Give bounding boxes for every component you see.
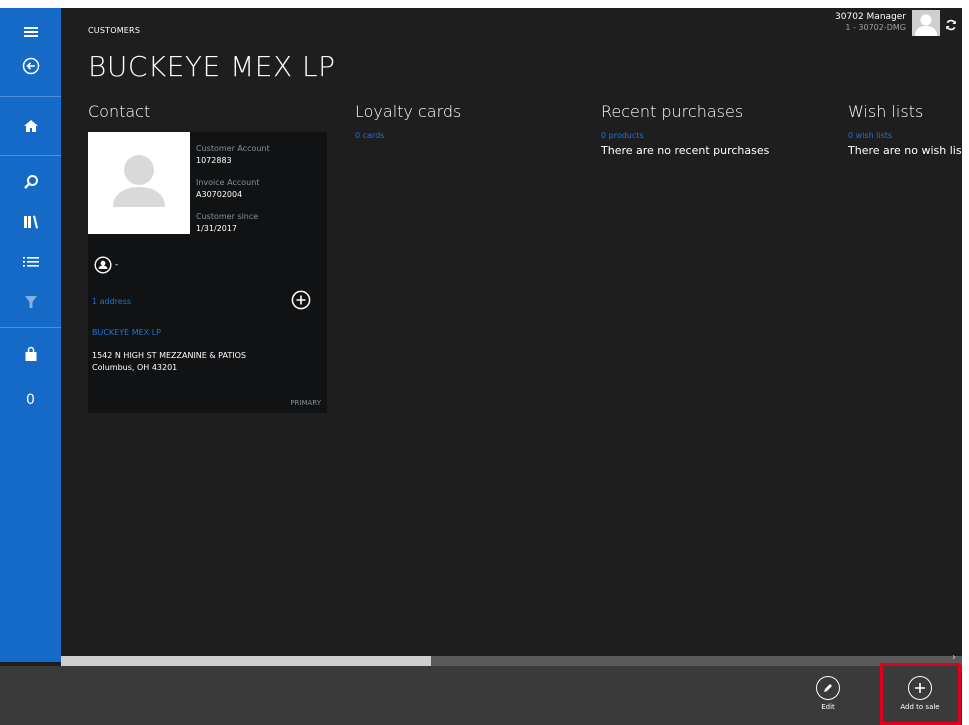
- user-avatar-icon: [912, 10, 940, 36]
- recent-purchases-link[interactable]: 0 products: [601, 131, 644, 140]
- horizontal-scrollbar[interactable]: ›: [61, 652, 962, 666]
- page-title: BUCKEYE MEX LP: [88, 50, 336, 83]
- contact-heading: Contact: [88, 102, 151, 121]
- app-window: 0 CUSTOMERS BUCKEYE MEX LP 30702 Manager…: [0, 8, 962, 725]
- products-icon[interactable]: [0, 202, 61, 242]
- home-icon[interactable]: [0, 106, 61, 146]
- customer-account-label: Customer Account: [196, 144, 270, 153]
- invoice-account-value: A30702004: [196, 190, 243, 199]
- recent-purchases-note: There are no recent purchases: [601, 144, 770, 157]
- address-line-2: Columbus, OH 43201: [92, 363, 178, 372]
- address-link[interactable]: 1 address: [92, 297, 131, 306]
- search-icon[interactable]: [0, 162, 61, 202]
- loyalty-cards-heading: Loyalty cards: [355, 102, 462, 121]
- edit-icon: [816, 676, 840, 700]
- customer-since-label: Customer since: [196, 212, 259, 221]
- refresh-icon[interactable]: [940, 8, 962, 42]
- left-nav: 0: [0, 8, 61, 662]
- nav-divider: [0, 96, 61, 97]
- recent-purchases-heading: Recent purchases: [601, 102, 744, 121]
- back-icon[interactable]: [0, 46, 61, 86]
- address-line-1: 1542 N HIGH ST MEZZANINE & PATIOS: [92, 351, 246, 360]
- add-address-icon[interactable]: [291, 290, 311, 310]
- main-content: CUSTOMERS BUCKEYE MEX LP 30702 Manager 1…: [61, 8, 962, 656]
- cart-icon[interactable]: [0, 334, 61, 374]
- customer-photo: [88, 132, 190, 234]
- customer-since-value: 1/31/2017: [196, 224, 238, 233]
- user-store: 1 - 30702-DMG: [845, 23, 906, 32]
- wish-lists-heading: Wish lists: [848, 102, 924, 121]
- filter-icon[interactable]: [0, 282, 61, 322]
- edit-label: Edit: [821, 703, 835, 711]
- nav-divider: [0, 155, 61, 156]
- edit-button[interactable]: Edit: [798, 666, 858, 725]
- scroll-right-icon[interactable]: ›: [952, 652, 956, 663]
- list-icon[interactable]: [0, 242, 61, 282]
- customer-account-value: 1072883: [196, 156, 232, 165]
- primary-label: PRIMARY: [290, 399, 321, 407]
- contact-card: Customer Account 1072883 Invoice Account…: [88, 132, 327, 413]
- contact-person-value: -: [115, 260, 119, 270]
- invoice-account-label: Invoice Account: [196, 178, 260, 187]
- highlight-box: [880, 663, 961, 725]
- breadcrumb: CUSTOMERS: [88, 26, 141, 35]
- wish-lists-link[interactable]: 0 wish lists: [848, 131, 892, 140]
- user-name: 30702 Manager: [835, 12, 906, 22]
- wish-lists-note: There are no wish list: [848, 144, 962, 157]
- app-bar: Edit Add to sale: [0, 666, 962, 725]
- scrollbar-thumb[interactable]: [61, 656, 431, 666]
- contact-person-icon: [94, 256, 112, 274]
- address-name[interactable]: BUCKEYE MEX LP: [92, 328, 161, 337]
- nav-divider: [0, 327, 61, 328]
- cart-count: 0: [26, 392, 35, 408]
- loyalty-cards-link[interactable]: 0 cards: [355, 131, 384, 140]
- user-info[interactable]: 30702 Manager 1 - 30702-DMG: [835, 8, 940, 42]
